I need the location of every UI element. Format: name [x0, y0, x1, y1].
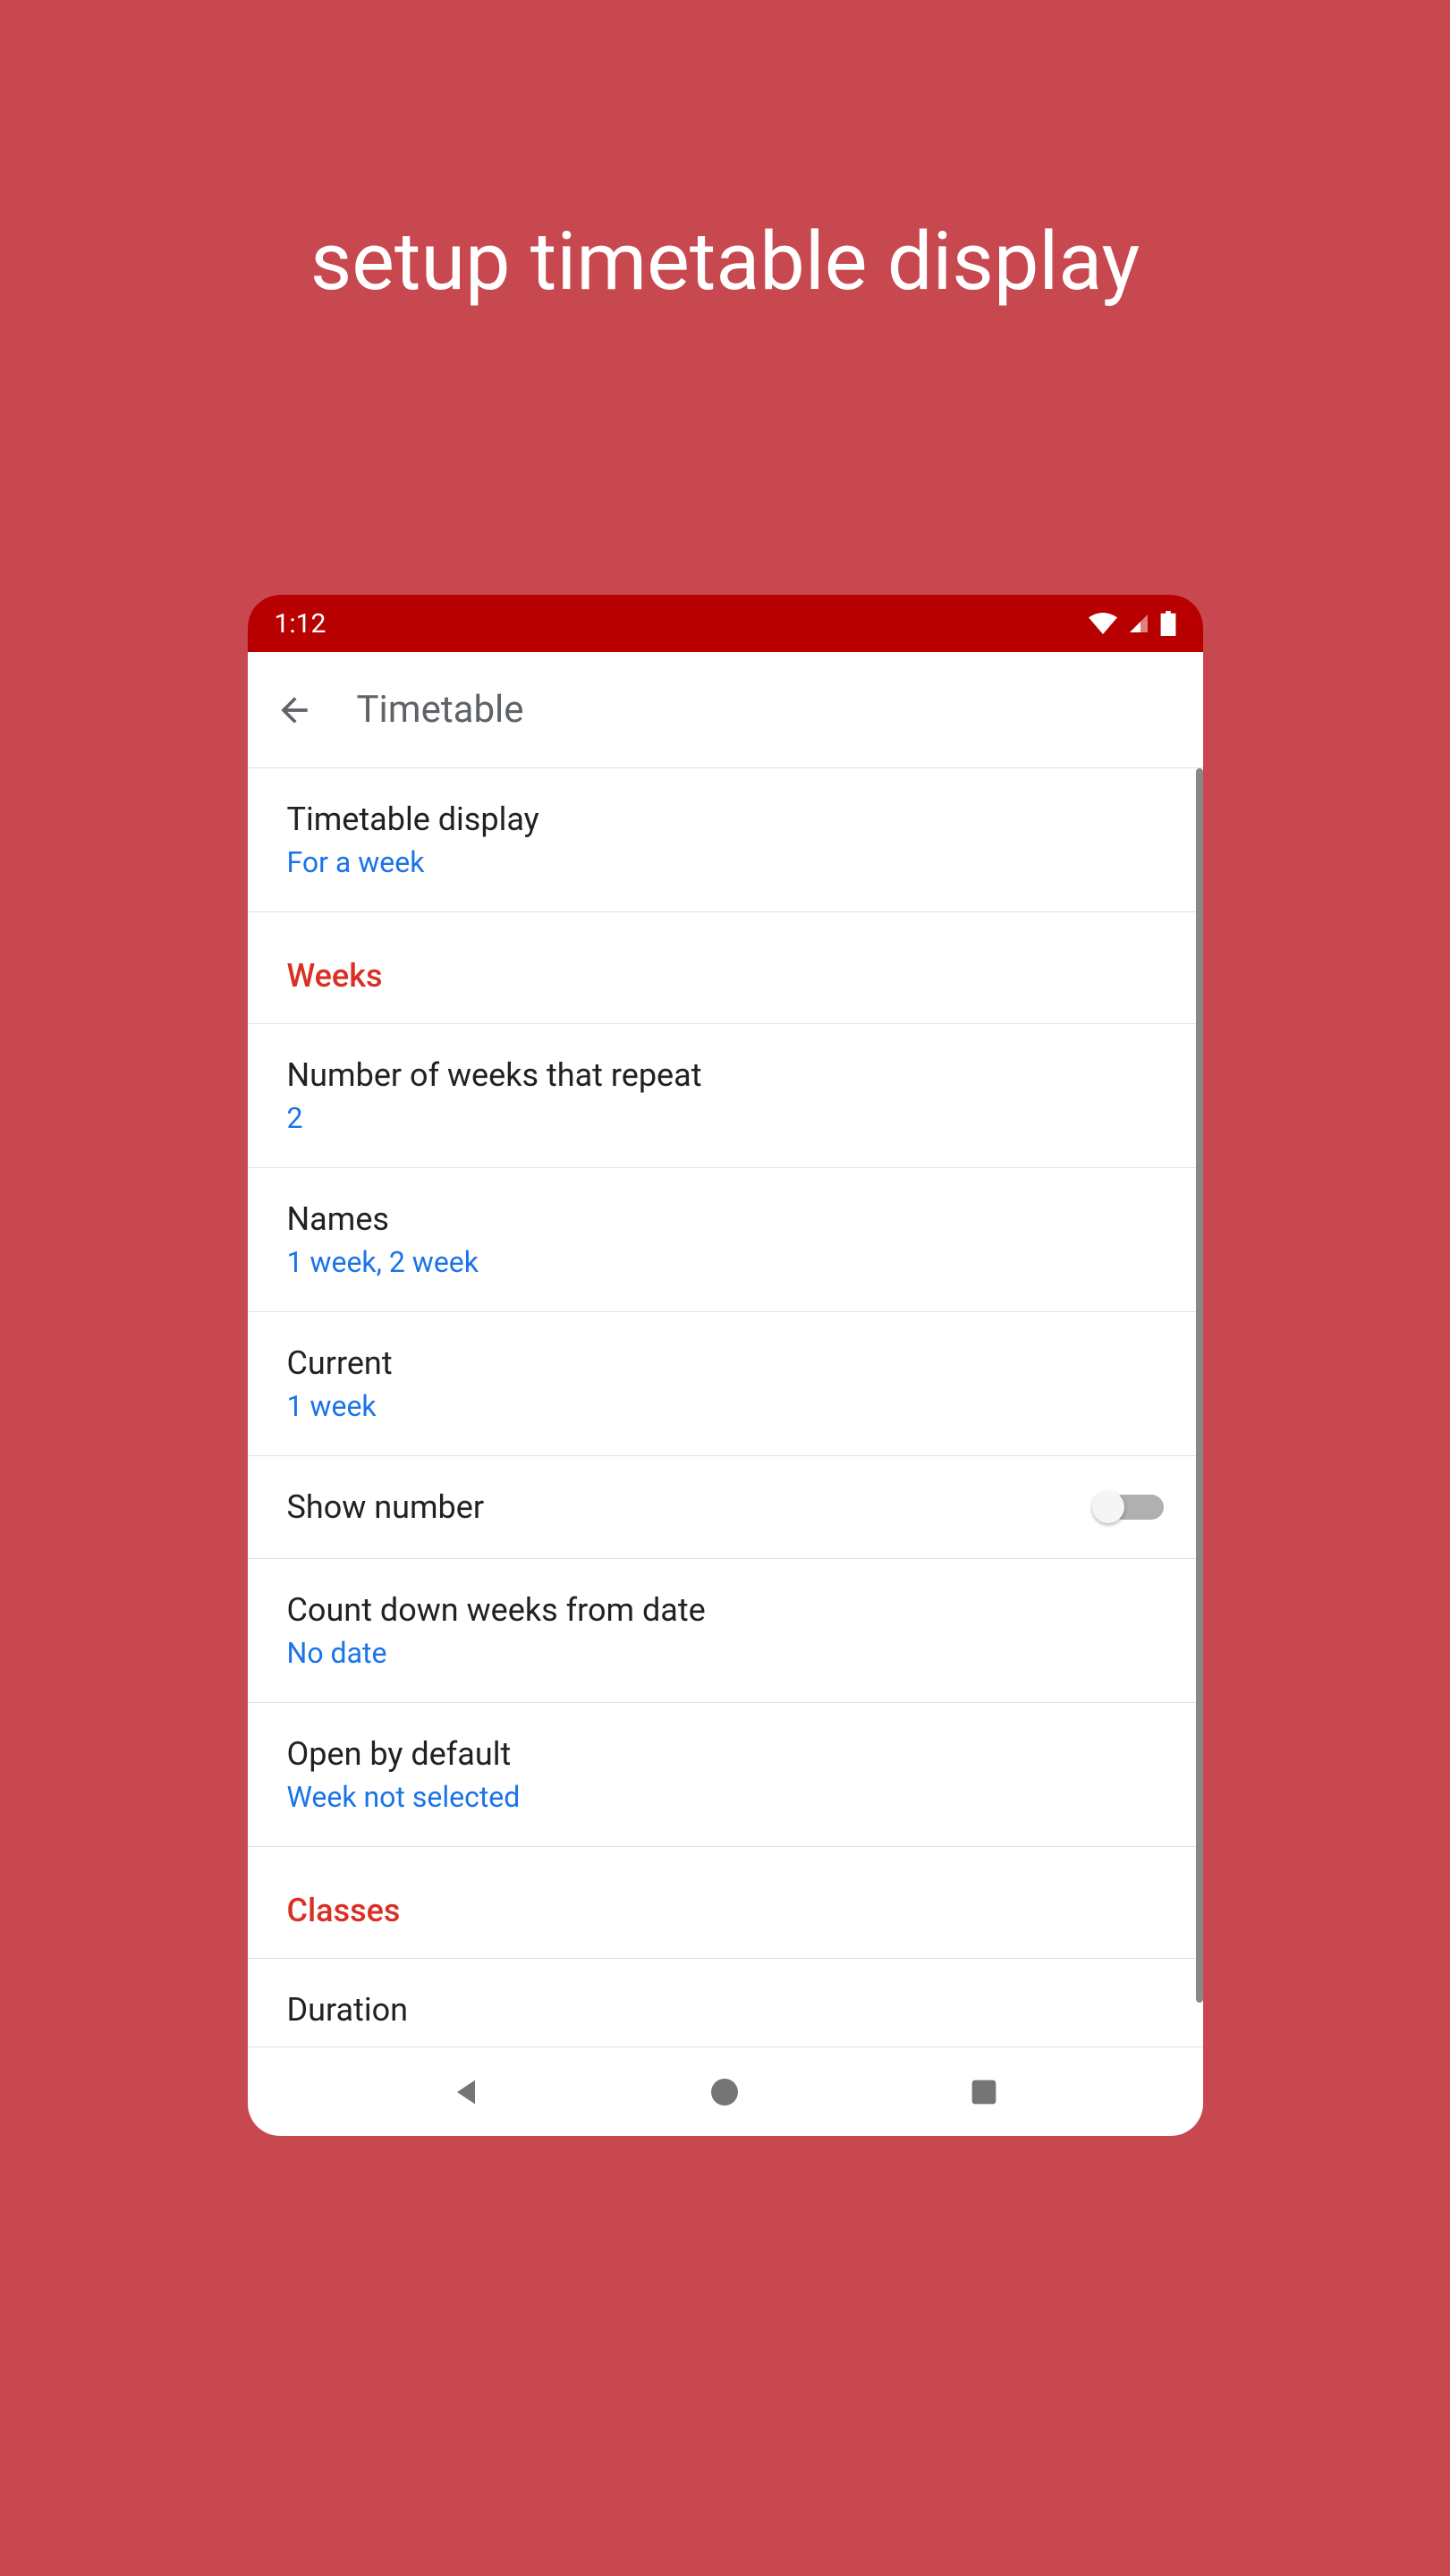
signal-icon [1126, 613, 1151, 634]
section-title: Weeks [287, 957, 1164, 995]
setting-value: 2 [287, 1101, 1164, 1135]
arrow-left-icon [275, 691, 314, 730]
nav-back-button[interactable] [448, 2074, 484, 2110]
nav-recent-button[interactable] [966, 2074, 1002, 2110]
status-time: 1:12 [275, 608, 326, 640]
section-title: Classes [287, 1892, 1164, 1929]
setting-title: Duration [287, 1991, 1164, 2029]
nav-home-button[interactable] [707, 2074, 742, 2110]
switch-thumb [1092, 1491, 1124, 1523]
setting-title: Count down weeks from date [287, 1591, 1164, 1629]
square-recent-icon [966, 2074, 1002, 2110]
wifi-icon [1089, 613, 1117, 634]
setting-value: 1 week [287, 1389, 1164, 1423]
setting-title: Timetable display [287, 801, 1164, 838]
triangle-back-icon [448, 2074, 484, 2110]
settings-list: Timetable display For a week Weeks Numbe… [248, 768, 1203, 2046]
setting-title: Open by default [287, 1735, 1164, 1773]
setting-value: Week not selected [287, 1780, 1164, 1814]
page-title: setup timetable display [310, 215, 1140, 309]
app-bar: Timetable [248, 652, 1203, 768]
status-bar: 1:12 [248, 595, 1203, 652]
setting-num-weeks[interactable]: Number of weeks that repeat 2 [248, 1024, 1203, 1168]
setting-open-default[interactable]: Open by default Week not selected [248, 1703, 1203, 1847]
setting-value: 1 week, 2 week [287, 1245, 1164, 1279]
setting-timetable-display[interactable]: Timetable display For a week [248, 768, 1203, 912]
setting-title: Current [287, 1344, 1164, 1382]
setting-title: Number of weeks that repeat [287, 1056, 1164, 1094]
status-icons [1089, 611, 1176, 636]
setting-names[interactable]: Names 1 week, 2 week [248, 1168, 1203, 1312]
section-weeks: Weeks [248, 912, 1203, 1024]
circle-home-icon [707, 2074, 742, 2110]
show-number-switch[interactable] [1092, 1489, 1164, 1525]
app-bar-title: Timetable [357, 688, 524, 732]
nav-bar [248, 2046, 1203, 2136]
setting-countdown[interactable]: Count down weeks from date No date [248, 1559, 1203, 1703]
section-classes: Classes [248, 1847, 1203, 1959]
scroll-indicator[interactable] [1196, 768, 1203, 2003]
setting-value: No date [287, 1636, 1164, 1670]
setting-show-number[interactable]: Show number [248, 1456, 1203, 1559]
setting-value: For a week [287, 845, 1164, 879]
back-button[interactable] [275, 691, 314, 730]
setting-duration[interactable]: Duration [248, 1959, 1203, 2046]
battery-icon [1160, 611, 1176, 636]
setting-current[interactable]: Current 1 week [248, 1312, 1203, 1456]
phone-frame: 1:12 Timetable Timetable display For a w… [248, 595, 1203, 2136]
setting-title: Names [287, 1200, 1164, 1238]
setting-title: Show number [287, 1488, 485, 1526]
